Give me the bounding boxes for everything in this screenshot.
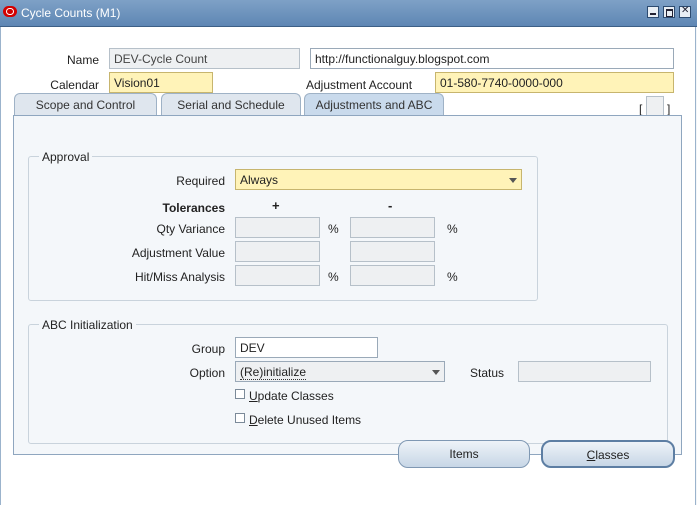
description-field[interactable]: http://functionalguy.blogspot.com bbox=[310, 48, 674, 69]
adjustment-value-label: Adjustment Value bbox=[131, 246, 225, 260]
required-value: Always bbox=[240, 173, 279, 187]
qty-variance-minus-field[interactable] bbox=[350, 217, 435, 238]
tab-scope-and-control[interactable]: Scope and Control bbox=[14, 93, 157, 115]
percent-label: % bbox=[328, 222, 339, 236]
adjustment-value-plus-field[interactable] bbox=[235, 241, 320, 262]
adjustment-account-field[interactable]: 01-580-7740-0000-000 bbox=[435, 72, 674, 93]
approval-group-title: Approval bbox=[39, 150, 93, 164]
oracle-logo-icon bbox=[3, 6, 17, 17]
chevron-down-icon bbox=[509, 178, 517, 183]
name-field[interactable]: DEV-Cycle Count bbox=[109, 48, 300, 69]
qty-variance-label: Qty Variance bbox=[156, 222, 225, 236]
window-title: Cycle Counts (M1) bbox=[21, 6, 121, 20]
option-label: Option bbox=[189, 366, 225, 380]
qty-variance-plus-field[interactable] bbox=[235, 217, 320, 238]
update-classes-label[interactable]: Update Classes bbox=[249, 389, 334, 403]
percent-label: % bbox=[447, 270, 458, 284]
adjustment-account-label: Adjustment Account bbox=[306, 78, 413, 92]
maximize-icon[interactable] bbox=[663, 6, 675, 18]
adjustment-value-minus-field[interactable] bbox=[350, 241, 435, 262]
percent-label: % bbox=[447, 222, 458, 236]
delete-unused-items-label[interactable]: Delete Unused Items bbox=[249, 413, 361, 427]
percent-label: % bbox=[328, 270, 339, 284]
option-select[interactable]: (Re)initialize bbox=[235, 361, 445, 382]
group-label: Group bbox=[191, 342, 225, 356]
hit-miss-analysis-label: Hit/Miss Analysis bbox=[134, 270, 225, 284]
hit-miss-minus-field[interactable] bbox=[350, 265, 435, 286]
delete-unused-items-checkbox[interactable] bbox=[235, 413, 245, 423]
window-titlebar: Cycle Counts (M1) bbox=[0, 0, 697, 27]
minimize-icon[interactable] bbox=[647, 6, 659, 18]
classes-button[interactable]: Classes bbox=[541, 440, 675, 468]
option-value: (Re)initialize bbox=[240, 365, 307, 380]
status-label: Status bbox=[470, 366, 505, 380]
tab-adjustments-and-abc[interactable]: Adjustments and ABC bbox=[304, 93, 444, 116]
update-classes-checkbox[interactable] bbox=[235, 389, 245, 399]
required-select[interactable]: Always bbox=[235, 169, 522, 190]
flex-close-bracket: ] bbox=[667, 102, 671, 116]
hit-miss-plus-field[interactable] bbox=[235, 265, 320, 286]
tab-panel: Approval Required Always Tolerances + - … bbox=[13, 115, 682, 455]
name-label: Name bbox=[66, 53, 99, 67]
flex-open-bracket: [ bbox=[639, 102, 643, 116]
tab-serial-and-schedule[interactable]: Serial and Schedule bbox=[161, 93, 301, 115]
calendar-label: Calendar bbox=[50, 78, 99, 92]
items-button[interactable]: Items bbox=[398, 440, 530, 468]
required-label: Required bbox=[176, 174, 225, 188]
minus-column-header: - bbox=[388, 198, 393, 213]
calendar-field[interactable]: Vision01 bbox=[109, 72, 213, 93]
close-icon[interactable] bbox=[679, 5, 691, 18]
abc-initialization-title: ABC Initialization bbox=[39, 318, 136, 332]
tolerances-label: Tolerances bbox=[162, 201, 225, 215]
group-field[interactable]: DEV bbox=[235, 337, 378, 358]
plus-column-header: + bbox=[272, 198, 280, 213]
status-field bbox=[518, 361, 651, 382]
chevron-down-icon bbox=[432, 370, 440, 375]
